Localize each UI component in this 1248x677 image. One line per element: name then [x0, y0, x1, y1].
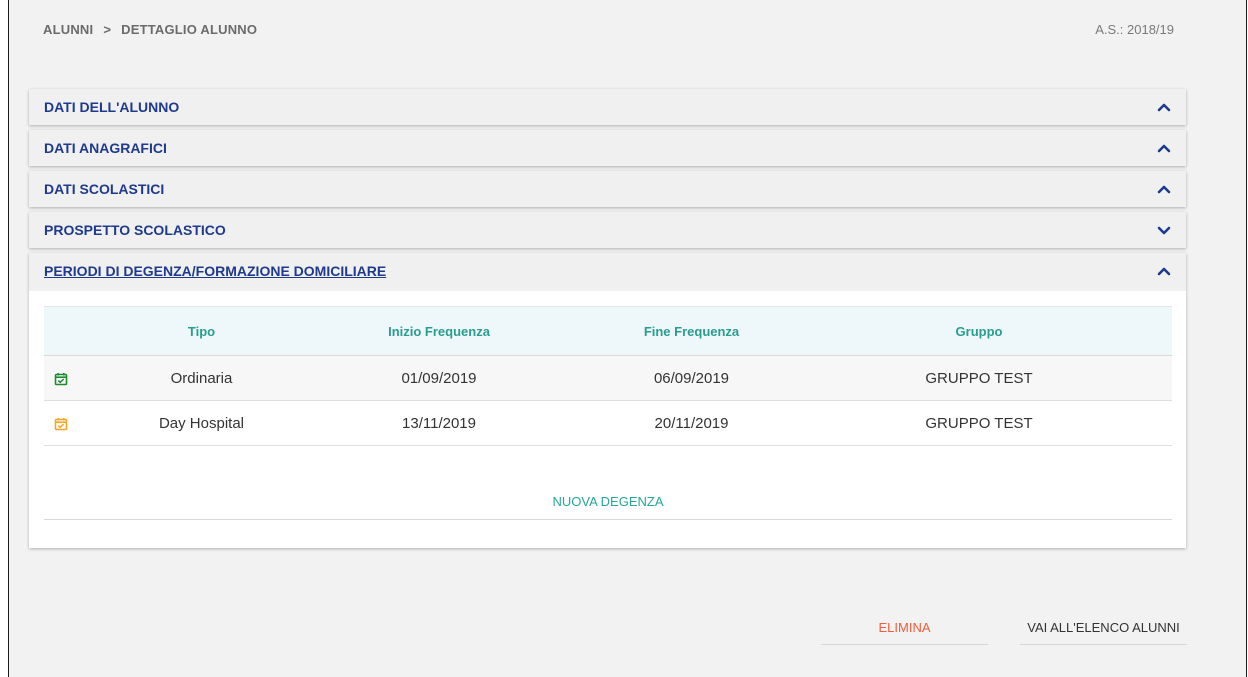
- header-fine-frequenza: Fine Frequenza: [643, 323, 740, 339]
- panel-title: DATI SCOLASTICI: [44, 181, 165, 197]
- school-year-label: A.S.: 2018/19: [1095, 22, 1174, 37]
- row-icon-cell: [44, 415, 89, 432]
- panel-dati-anagrafici: DATI ANAGRAFICI: [29, 130, 1186, 166]
- nuova-degenza-button[interactable]: NUOVA DEGENZA: [44, 483, 1172, 520]
- table-row[interactable]: Ordinaria 01/09/2019 06/09/2019 GRUPPO T…: [44, 356, 1172, 401]
- table-header: Tipo Inizio Frequenza Fine Frequenza Gru…: [44, 306, 1172, 356]
- panel-title: DATI ANAGRAFICI: [44, 140, 167, 156]
- breadcrumb-separator: >: [103, 22, 112, 37]
- breadcrumb-current: DETTAGLIO ALUNNO: [121, 22, 258, 37]
- panel-header[interactable]: DATI SCOLASTICI: [29, 171, 1186, 207]
- breadcrumb-root[interactable]: ALUNNI: [43, 22, 93, 37]
- table-row[interactable]: Day Hospital 13/11/2019 20/11/2019 GRUPP…: [44, 401, 1172, 446]
- app-frame: ALUNNI > DETTAGLIO ALUNNO A.S.: 2018/19 …: [8, 0, 1247, 677]
- cell-fine: 20/11/2019: [654, 414, 729, 432]
- breadcrumb: ALUNNI > DETTAGLIO ALUNNO: [43, 22, 257, 37]
- panel-prospetto-scolastico: PROSPETTO SCOLASTICO: [29, 212, 1186, 248]
- panel-header[interactable]: DATI ANAGRAFICI: [29, 130, 1186, 166]
- calendar-check-icon: [54, 417, 68, 430]
- cell-tipo: Ordinaria: [170, 369, 233, 387]
- degenze-table: Tipo Inizio Frequenza Fine Frequenza Gru…: [44, 306, 1172, 446]
- back-to-list-button[interactable]: VAI ALL'ELENCO ALUNNI: [1020, 610, 1187, 645]
- chevron-up-icon[interactable]: [1157, 100, 1171, 114]
- cell-fine: 06/09/2019: [653, 369, 730, 387]
- top-bar: ALUNNI > DETTAGLIO ALUNNO A.S.: 2018/19: [9, 0, 1246, 60]
- cell-gruppo: GRUPPO TEST: [925, 369, 1033, 387]
- panel-header[interactable]: PROSPETTO SCOLASTICO: [29, 212, 1186, 248]
- delete-button[interactable]: ELIMINA: [821, 610, 988, 645]
- panel-title: PROSPETTO SCOLASTICO: [44, 222, 226, 238]
- panel-title[interactable]: PERIODI DI DEGENZA/FORMAZIONE DOMICILIAR…: [44, 263, 386, 279]
- panel-dati-alunno: DATI DELL'ALUNNO: [29, 89, 1186, 125]
- panel-body: Tipo Inizio Frequenza Fine Frequenza Gru…: [29, 291, 1186, 548]
- chevron-up-icon[interactable]: [1157, 264, 1171, 278]
- chevron-up-icon[interactable]: [1157, 141, 1171, 155]
- panel-periodi-degenza: PERIODI DI DEGENZA/FORMAZIONE DOMICILIAR…: [29, 253, 1186, 548]
- panel-dati-scolastici: DATI SCOLASTICI: [29, 171, 1186, 207]
- panel-title: DATI DELL'ALUNNO: [44, 99, 180, 115]
- cell-tipo: Day Hospital: [158, 414, 245, 432]
- panel-header[interactable]: PERIODI DI DEGENZA/FORMAZIONE DOMICILIAR…: [29, 253, 1186, 289]
- panel-header[interactable]: DATI DELL'ALUNNO: [29, 89, 1186, 125]
- cell-gruppo: GRUPPO TEST: [925, 414, 1033, 432]
- header-inizio-frequenza: Inizio Frequenza: [388, 323, 490, 339]
- header-tipo: Tipo: [187, 323, 216, 339]
- cell-inizio: 01/09/2019: [401, 369, 477, 387]
- chevron-down-icon[interactable]: [1157, 223, 1171, 237]
- cell-inizio: 13/11/2019: [402, 414, 476, 432]
- header-gruppo: Gruppo: [955, 323, 1003, 339]
- row-icon-cell: [44, 370, 89, 387]
- footer-actions: ELIMINA VAI ALL'ELENCO ALUNNI: [9, 610, 1246, 645]
- chevron-up-icon[interactable]: [1157, 182, 1171, 196]
- calendar-check-icon: [54, 372, 68, 385]
